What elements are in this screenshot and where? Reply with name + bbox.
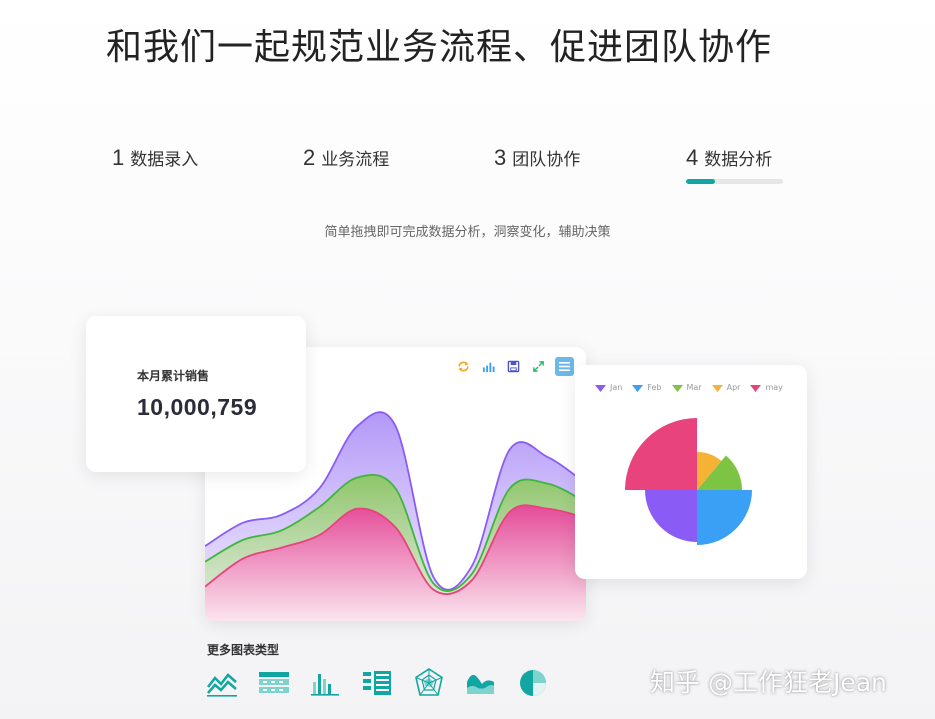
page-headline: 和我们一起规范业务流程、促进团队协作 xyxy=(106,27,773,68)
step-number: 2 xyxy=(303,145,316,170)
active-step-progress xyxy=(686,179,783,184)
pie-slice-jan[interactable] xyxy=(645,490,697,542)
bar-chart-icon[interactable] xyxy=(310,667,362,699)
step-label: 业务流程 xyxy=(321,150,390,170)
step-tab-1[interactable]: 1 数据录入 xyxy=(112,145,198,171)
chart-toolbar xyxy=(455,357,574,376)
expand-icon[interactable] xyxy=(530,358,547,375)
step-tabs: 1 数据录入 2 业务流程 3 团队协作 4 数据分析 xyxy=(0,145,935,195)
line-chart-icon[interactable] xyxy=(206,667,258,699)
step-tab-3[interactable]: 3 团队协作 xyxy=(494,145,580,171)
pie-chart-card: Jan Feb Mar Apr may xyxy=(575,365,807,579)
area-chart-icon[interactable] xyxy=(466,667,518,699)
kpi-label: 本月累计销售 xyxy=(137,369,210,383)
step-label: 数据分析 xyxy=(704,150,773,170)
step-description: 简单拖拽即可完成数据分析，洞察变化，辅助决策 xyxy=(324,225,611,240)
kpi-value: 10,000,759 xyxy=(137,394,258,420)
radar-chart-icon[interactable] xyxy=(414,667,466,699)
pie-slice-feb[interactable] xyxy=(697,490,752,545)
step-number: 1 xyxy=(112,145,125,170)
pie-chart-icon[interactable] xyxy=(518,667,570,699)
step-number: 3 xyxy=(494,145,507,170)
save-icon[interactable] xyxy=(505,358,522,375)
refresh-icon[interactable] xyxy=(455,358,472,375)
watermark: 知乎 @工作狂老Jean xyxy=(650,668,887,697)
menu-icon[interactable] xyxy=(555,357,574,376)
list-icon[interactable] xyxy=(362,667,414,699)
pie-slice-may[interactable] xyxy=(625,418,697,490)
kpi-card: 本月累计销售 10,000,759 xyxy=(86,316,306,472)
step-tab-2[interactable]: 2 业务流程 xyxy=(303,145,389,171)
active-step-progress-fill xyxy=(686,179,716,184)
step-number: 4 xyxy=(686,145,699,170)
table-icon[interactable] xyxy=(258,667,310,699)
more-chart-types-title: 更多图表类型 xyxy=(207,643,280,657)
rose-pie-chart xyxy=(625,418,752,545)
chart-type-icons xyxy=(206,667,570,699)
bar-chart-icon[interactable] xyxy=(480,358,497,375)
step-tab-4[interactable]: 4 数据分析 xyxy=(686,145,772,171)
step-label: 团队协作 xyxy=(512,150,581,170)
step-label: 数据录入 xyxy=(130,150,199,170)
